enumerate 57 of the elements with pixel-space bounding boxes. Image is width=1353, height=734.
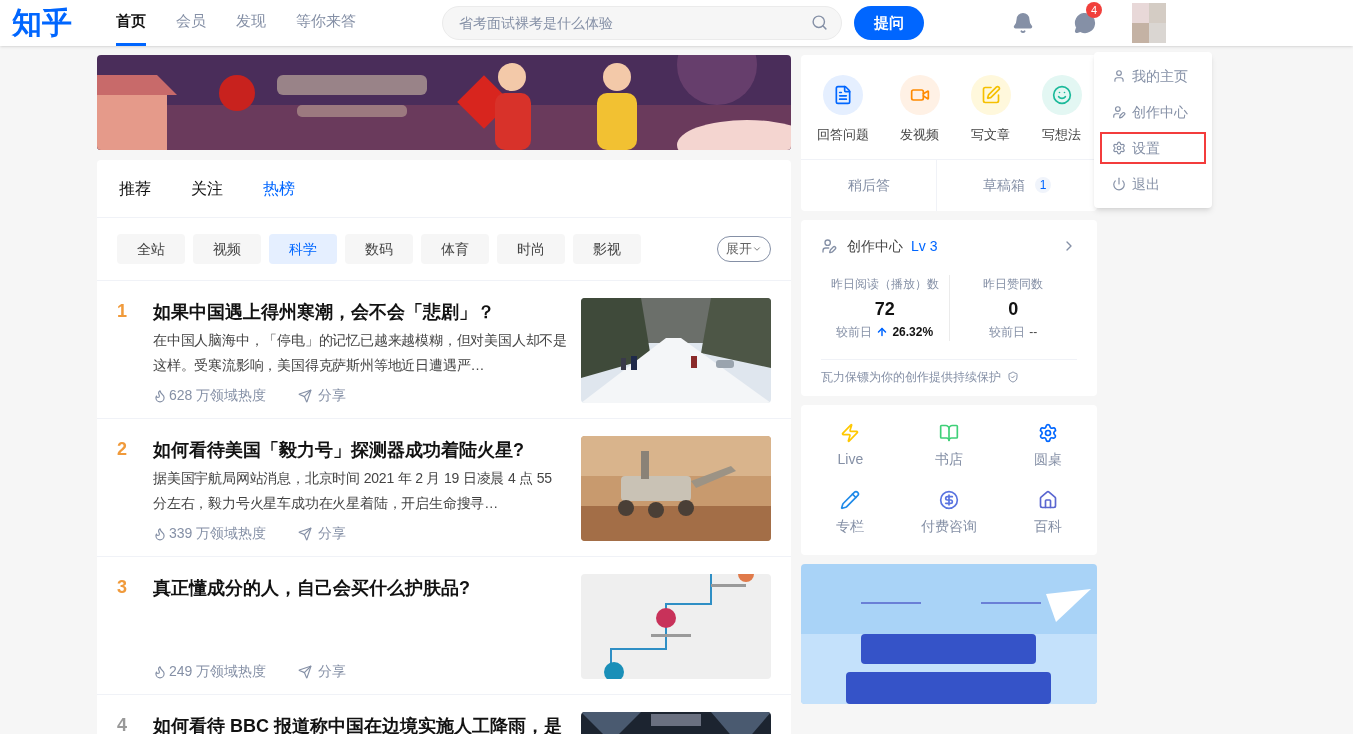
category-chip[interactable]: 数码 bbox=[345, 234, 413, 264]
change-value: -- bbox=[1029, 323, 1038, 341]
create-action[interactable]: 回答问题 bbox=[816, 75, 869, 145]
nav-tab[interactable]: 首页 bbox=[116, 0, 146, 46]
heat-count: 249 万领域热度 bbox=[169, 662, 267, 681]
protection-note: 瓦力保镖为你的创作提供持续保护 bbox=[821, 368, 1001, 386]
menu-item[interactable]: 退出 bbox=[1100, 168, 1206, 200]
feed-tab[interactable]: 热榜 bbox=[263, 176, 295, 201]
question-title[interactable]: 如何看待美国「毅力号」探测器成功着陆火星? bbox=[153, 436, 567, 464]
category-chip[interactable]: 时尚 bbox=[497, 234, 565, 264]
stat-value: 72 bbox=[874, 297, 895, 321]
stat-value: 0 bbox=[1008, 297, 1019, 321]
category-chip[interactable]: 全站 bbox=[117, 234, 185, 264]
service-link[interactable]: Live bbox=[801, 422, 900, 470]
rank-number: 3 bbox=[117, 576, 128, 599]
category-chip[interactable]: 体育 bbox=[421, 234, 489, 264]
count-badge: 1 bbox=[1035, 177, 1051, 193]
rank-number: 1 bbox=[117, 300, 128, 323]
stat-label: 昨日阅读（播放）数 bbox=[830, 275, 939, 293]
category-chip[interactable]: 视频 bbox=[193, 234, 261, 264]
service-link[interactable]: 专栏 bbox=[801, 489, 900, 537]
feed-tab[interactable]: 关注 bbox=[191, 176, 223, 201]
heat-count: 628 万领域热度 bbox=[169, 386, 267, 405]
menu-item[interactable]: 创作中心 bbox=[1100, 96, 1206, 128]
category-chip[interactable]: 科学 bbox=[269, 234, 337, 264]
menu-item[interactable]: 设置 bbox=[1100, 132, 1206, 164]
nav-tab[interactable]: 发现 bbox=[236, 0, 266, 46]
nav-tab[interactable]: 会员 bbox=[176, 0, 206, 46]
heat-count: 339 万领域热度 bbox=[169, 524, 267, 543]
feed-tab[interactable]: 推荐 bbox=[119, 176, 151, 201]
service-link[interactable]: 付费咨询 bbox=[899, 489, 999, 537]
search-field[interactable]: 省考面试裸考是什么体验 bbox=[442, 6, 842, 40]
category-chip[interactable]: 影视 bbox=[573, 234, 641, 264]
service-link[interactable]: 书店 bbox=[899, 422, 999, 470]
service-link[interactable]: 圆桌 bbox=[998, 422, 1097, 470]
question-title[interactable]: 真正懂成分的人，自己会买什么护肤品? bbox=[153, 574, 567, 602]
card-title[interactable]: 创作中心 bbox=[847, 235, 903, 257]
share-button[interactable]: 分享 bbox=[298, 661, 347, 682]
stat-label: 昨日赞同数 bbox=[983, 275, 1044, 293]
service-link[interactable]: 百科 bbox=[998, 489, 1097, 537]
notification-badge: 4 bbox=[1086, 2, 1102, 18]
answer-excerpt[interactable]: 据美国宇航局网站消息，北京时间 2021 年 2 月 19 日凌晨 4 点 55 分左右，毅力号火星车成功在火星着陆，开启生命搜寻… bbox=[153, 466, 567, 516]
compare-label: 较前日 bbox=[989, 323, 1026, 341]
nav-tab[interactable]: 等你来答 bbox=[296, 0, 356, 46]
logo[interactable]: 知乎 bbox=[12, 8, 92, 38]
ask-button[interactable]: 提问 bbox=[854, 6, 924, 40]
change-value: 26.32% bbox=[892, 323, 934, 341]
answer-excerpt[interactable]: 在中国人脑海中，「停电」的记忆已越来越模糊，但对美国人却不是这样。受寒流影响，美国得克萨斯州等地近日遭遇严… bbox=[153, 328, 567, 378]
rank-number: 2 bbox=[117, 438, 128, 461]
compare-label: 较前日 bbox=[836, 323, 873, 341]
share-button[interactable]: 分享 bbox=[298, 523, 347, 544]
question-title[interactable]: 如果中国遇上得州寒潮，会不会「悲剧」？ bbox=[153, 298, 567, 326]
later-answer-button[interactable]: 稍后答 bbox=[801, 159, 937, 211]
level-label: Lv 3 bbox=[911, 236, 938, 256]
rank-number: 4 bbox=[117, 714, 128, 734]
menu-item[interactable]: 我的主页 bbox=[1100, 60, 1206, 92]
share-button[interactable]: 分享 bbox=[298, 385, 347, 406]
